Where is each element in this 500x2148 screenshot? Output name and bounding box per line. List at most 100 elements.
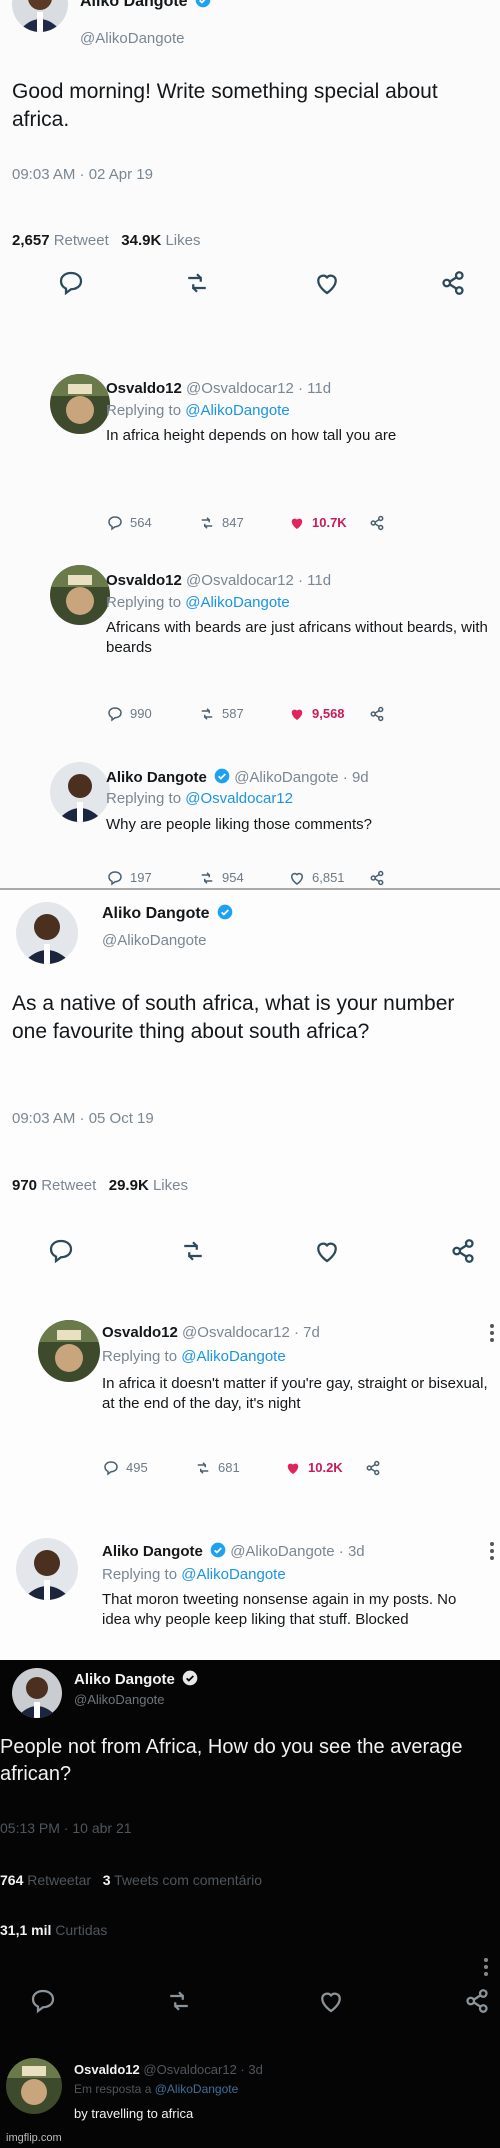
retweet-count[interactable]: 970 (12, 1177, 37, 1194)
share-icon[interactable] (368, 705, 386, 723)
retweet-icon[interactable] (164, 1986, 194, 2016)
retweet-label[interactable]: Retweet (54, 232, 109, 249)
reply-author-name[interactable]: Aliko Dangote (102, 1543, 203, 1560)
likes-count[interactable]: 29.9K (109, 1177, 149, 1194)
tweet-timestamp[interactable]: 09:03 AM · 05 Oct 19 (12, 1110, 154, 1127)
screenshot-panel-2: Aliko Dangote @AlikoDangote As a native … (0, 888, 500, 1660)
reply-count: 564 (130, 515, 152, 530)
reply-handle-time[interactable]: @AlikoDangote · 3d (230, 1543, 364, 1560)
share-icon[interactable] (368, 869, 386, 887)
verified-badge-icon (195, 0, 211, 8)
replying-to: Replying to @AlikoDangote (102, 1566, 286, 1583)
retweet-icon[interactable] (182, 268, 212, 298)
avatar[interactable] (6, 2058, 62, 2114)
reply-handle-time[interactable]: @Osvaldocar12 · 11d (186, 380, 331, 397)
retweet-label[interactable]: Retweet (41, 1177, 96, 1194)
tweet-action-bar (0, 1978, 500, 2026)
reply-icon[interactable] (106, 869, 124, 887)
tweet-author-name[interactable]: Aliko Dangote (102, 904, 233, 923)
tweet-timestamp[interactable]: 09:03 AM · 02 Apr 19 (12, 166, 153, 183)
avatar[interactable] (50, 762, 110, 822)
reply-handle-time[interactable]: @Osvaldocar12 · 3d (143, 2062, 262, 2077)
reply-handle-time[interactable]: @Osvaldocar12 · 11d (186, 572, 331, 589)
tweet-text: As a native of south africa, what is you… (12, 992, 455, 1043)
likes-label[interactable]: Likes (165, 232, 200, 249)
reply-author-name[interactable]: Aliko Dangote (106, 769, 207, 786)
reply-actions: 197 954 6,851 (106, 870, 466, 888)
like-icon[interactable] (284, 1459, 302, 1477)
reply-author-name[interactable]: Osvaldo12 (106, 380, 182, 397)
retweet-icon[interactable] (198, 869, 216, 887)
verified-badge-icon (182, 1670, 198, 1686)
tweet-action-bar (0, 260, 500, 308)
reply-author-name[interactable]: Osvaldo12 (102, 1324, 178, 1341)
share-icon[interactable] (438, 268, 468, 298)
tweet-author-name[interactable]: Aliko Dangote (80, 0, 211, 11)
more-options-icon[interactable] (490, 1542, 496, 1563)
reply-header: Osvaldo12 @Osvaldocar12 · 7d (102, 1324, 320, 1341)
comments-label[interactable]: Tweets com comentário (114, 1872, 262, 1888)
tweet-author-handle[interactable]: @AlikoDangote (80, 30, 184, 47)
replying-to-link[interactable]: @AlikoDangote (181, 1566, 285, 1583)
like-count: 9,568 (312, 706, 345, 721)
retweet-icon[interactable] (194, 1459, 212, 1477)
share-icon[interactable] (448, 1236, 478, 1266)
reply-count: 495 (126, 1460, 148, 1475)
reply-handle-time[interactable]: @AlikoDangote · 9d (234, 769, 368, 786)
like-icon[interactable] (288, 514, 306, 532)
more-options-icon[interactable] (490, 1324, 496, 1345)
screenshot-panel-1: Aliko Dangote @AlikoDangote Good morning… (0, 0, 500, 888)
reply-author-name[interactable]: Osvaldo12 (106, 572, 182, 589)
reply-icon[interactable] (106, 705, 124, 723)
likes-count[interactable]: 31,1 mil (0, 1922, 51, 1938)
like-icon[interactable] (316, 1986, 346, 2016)
tweet-author-handle[interactable]: @AlikoDangote (102, 932, 206, 949)
avatar[interactable] (38, 1320, 100, 1382)
comments-count[interactable]: 3 (103, 1872, 111, 1888)
reply-icon[interactable] (28, 1986, 58, 2016)
avatar[interactable] (50, 374, 110, 434)
avatar[interactable] (12, 1668, 62, 1718)
reply-icon[interactable] (46, 1236, 76, 1266)
replying-to-label: Replying to (102, 1566, 178, 1583)
like-icon[interactable] (312, 1236, 342, 1266)
screenshot-panel-3: Aliko Dangote @AlikoDangote People not f… (0, 1660, 500, 2148)
reply-icon[interactable] (56, 268, 86, 298)
avatar[interactable] (12, 0, 68, 32)
like-count: 6,851 (312, 870, 345, 885)
replying-to-link[interactable]: @Osvaldocar12 (185, 790, 293, 807)
tweet-author-handle[interactable]: @AlikoDangote (74, 1692, 165, 1707)
likes-count[interactable]: 34.9K (121, 232, 161, 249)
like-icon[interactable] (312, 268, 342, 298)
retweet-label[interactable]: Retweetar (27, 1872, 91, 1888)
reply-actions: 564 847 10.7K (106, 515, 466, 535)
replying-to-link[interactable]: @AlikoDangote (185, 402, 289, 419)
verified-badge-icon (214, 768, 230, 784)
retweet-icon[interactable] (198, 705, 216, 723)
like-icon[interactable] (288, 869, 306, 887)
avatar[interactable] (16, 1538, 78, 1600)
reply-icon[interactable] (106, 514, 124, 532)
reply-author-name[interactable]: Osvaldo12 (74, 2062, 140, 2077)
likes-label[interactable]: Likes (153, 1177, 188, 1194)
share-icon[interactable] (364, 1459, 382, 1477)
retweet-count[interactable]: 764 (0, 1872, 23, 1888)
avatar[interactable] (50, 565, 110, 625)
tweet-author-name[interactable]: Aliko Dangote (74, 1670, 198, 1688)
retweet-icon[interactable] (198, 514, 216, 532)
likes-label[interactable]: Curtidas (55, 1922, 107, 1938)
replying-to-link[interactable]: @AlikoDangote (181, 1348, 285, 1365)
share-icon[interactable] (368, 514, 386, 532)
replying-to-link[interactable]: @AlikoDangote (185, 594, 289, 611)
reply-icon[interactable] (102, 1459, 120, 1477)
replying-to-label: Em resposta a (74, 2082, 152, 2096)
retweet-icon[interactable] (178, 1236, 208, 1266)
replying-to-link[interactable]: @AlikoDangote (155, 2082, 239, 2096)
reply-handle-time[interactable]: @Osvaldocar12 · 7d (182, 1324, 320, 1341)
share-icon[interactable] (462, 1986, 492, 2016)
more-options-icon[interactable] (484, 1958, 490, 1979)
retweet-count[interactable]: 2,657 (12, 232, 50, 249)
avatar[interactable] (16, 902, 78, 964)
like-icon[interactable] (288, 705, 306, 723)
tweet-timestamp[interactable]: 05:13 PM · 10 abr 21 (0, 1820, 132, 1836)
